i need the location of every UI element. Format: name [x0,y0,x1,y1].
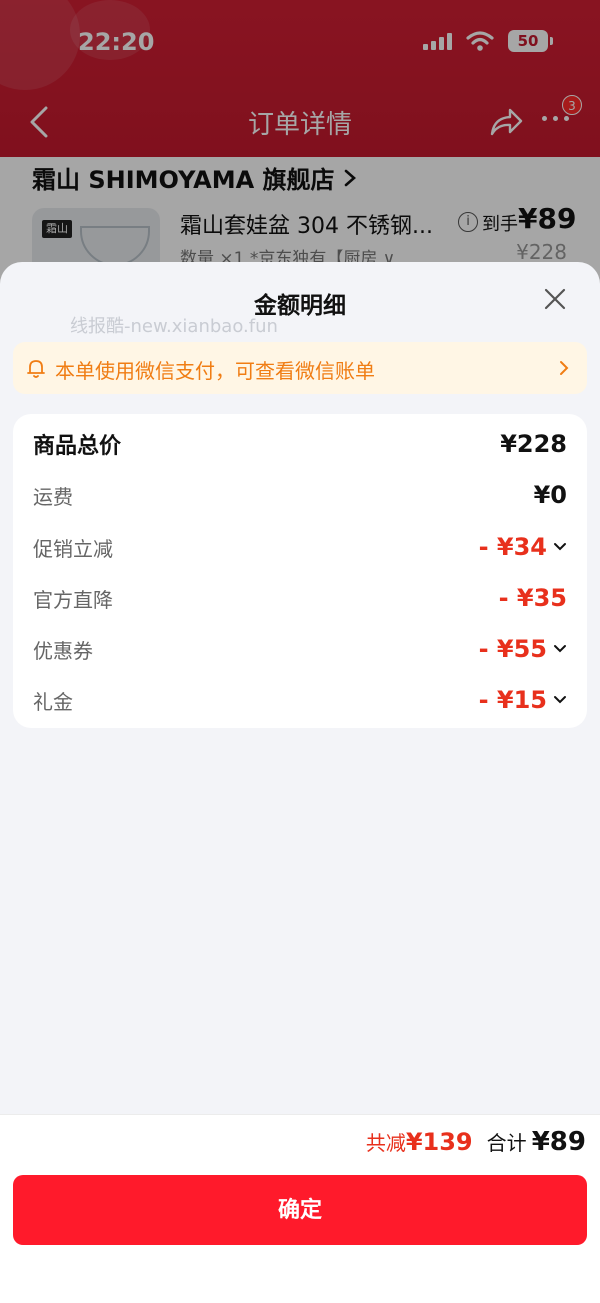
total-label: 合计 [486,1131,527,1155]
row-label: 礼金 [33,689,73,714]
total-summary: 合计 ¥89 [487,1127,586,1157]
row-value: - ¥35 [498,584,567,612]
row-goods-total: 商品总价 ¥228 [33,426,567,462]
row-value: ¥228 [500,430,567,458]
row-gift-money[interactable]: 礼金 - ¥15 [33,682,567,718]
row-value: - ¥15 [479,686,567,714]
close-icon[interactable] [543,287,567,311]
row-label: 促销立减 [33,536,113,561]
row-coupon[interactable]: 优惠券 - ¥55 [33,631,567,667]
confirm-button[interactable]: 确定 [13,1175,587,1245]
row-label: 优惠券 [33,638,93,663]
row-value: ¥0 [533,481,567,509]
chevron-down-icon[interactable] [553,695,567,705]
amount-detail-sheet: 金额明细 线报酷-new.xianbao.fun 本单使用微信支付，可查看微信账… [0,262,600,1303]
price-breakdown-card: 商品总价 ¥228 运费 ¥0 促销立减 - ¥34 官方直降 - ¥35 优惠… [13,414,587,728]
modal-overlay[interactable] [0,0,600,300]
wechat-pay-notice[interactable]: 本单使用微信支付，可查看微信账单 [13,342,587,394]
row-label: 商品总价 [33,434,122,459]
chevron-down-icon[interactable] [553,542,567,552]
chevron-right-icon [560,361,569,375]
row-label: 官方直降 [33,587,113,612]
row-promotion[interactable]: 促销立减 - ¥34 [33,529,567,565]
row-value: - ¥34 [479,533,567,561]
total-value: ¥89 [531,1127,586,1157]
discount-summary: 共减¥139 [366,1127,473,1156]
sheet-footer: 共减¥139 合计 ¥89 确定 [0,1114,600,1303]
discount-value: ¥139 [405,1128,473,1156]
row-official-discount: 官方直降 - ¥35 [33,580,567,616]
totals-summary: 共减¥139 合计 ¥89 [366,1127,586,1157]
bell-icon [27,360,45,378]
row-shipping: 运费 ¥0 [33,477,567,513]
row-label: 运费 [33,484,73,509]
chevron-down-icon[interactable] [553,644,567,654]
row-value: - ¥55 [479,635,567,663]
discount-label: 共减 [365,1131,406,1155]
watermark-text: 线报酷-new.xianbao.fun [70,316,278,337]
notice-text: 本单使用微信支付，可查看微信账单 [55,359,375,383]
